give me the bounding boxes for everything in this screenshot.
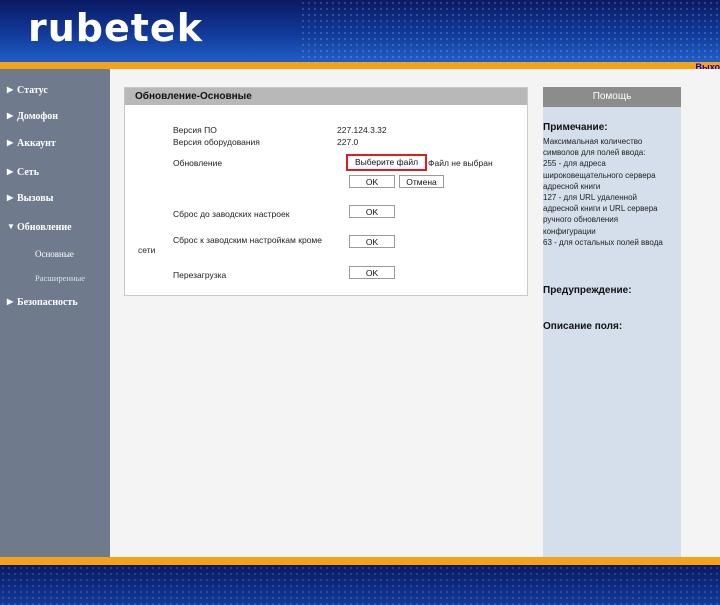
- hardware-label: Версия оборудования: [173, 137, 260, 147]
- rubetek-logo: rubetek: [28, 6, 203, 50]
- sidebar-subitem-advanced[interactable]: Расширенные: [35, 273, 85, 283]
- top-accent-bar: [0, 62, 720, 69]
- note-heading: Примечание:: [543, 122, 608, 133]
- sidebar-subitem-basic[interactable]: Основные: [35, 249, 74, 259]
- hardware-value: 227.0: [337, 137, 359, 147]
- sidebar-item-label: Домофон: [17, 111, 59, 122]
- factory-reset-ok-button[interactable]: OK: [349, 205, 395, 218]
- sidebar-item-label: Сеть: [17, 167, 39, 178]
- update-panel: Обновление-Основные Версия ПО 227.124.3.…: [124, 87, 528, 296]
- field-description-heading: Описание поля:: [543, 321, 623, 332]
- header-pattern: [300, 0, 720, 62]
- sidebar-item-label: Безопасность: [17, 297, 78, 308]
- footer-banner: [0, 565, 720, 605]
- footer-pattern: [0, 565, 720, 605]
- sidebar-item-label: Вызовы: [17, 193, 54, 204]
- choose-file-button[interactable]: Выберите файл: [346, 154, 427, 171]
- chevron-right-icon: ▶: [7, 138, 14, 147]
- firmware-label: Версия ПО: [173, 125, 217, 135]
- note-text: Максимальная количество символов для пол…: [543, 137, 663, 247]
- reset-except-network-label: Сброс к заводским настройкам кроме: [173, 235, 322, 245]
- panel-title: Обновление-Основные: [125, 88, 527, 105]
- header-banner: rubetek: [0, 0, 720, 62]
- reset-except-network-ok-button[interactable]: OK: [349, 235, 395, 248]
- no-file-text: Файл не выбран: [428, 158, 493, 168]
- reboot-ok-button[interactable]: OK: [349, 266, 395, 279]
- reboot-label: Перезагрузка: [173, 270, 227, 280]
- help-panel: Помощь Примечание: Максимальная количест…: [543, 87, 681, 557]
- chevron-right-icon: ▶: [7, 111, 14, 120]
- warning-heading: Предупреждение:: [543, 285, 632, 296]
- chevron-right-icon: ▶: [7, 85, 14, 94]
- bottom-accent-bar: [0, 557, 720, 565]
- firmware-value: 227.124.3.32: [337, 125, 387, 135]
- reset-except-network-label-cont: сети: [138, 245, 156, 255]
- update-label: Обновление: [173, 158, 223, 168]
- sidebar: ▶ Статус ▶ Домофон ▶ Аккаунт ▶ Сеть ▶ Вы…: [0, 69, 110, 557]
- update-ok-button[interactable]: OK: [349, 175, 395, 188]
- chevron-down-icon: ▼: [7, 222, 15, 231]
- update-cancel-button[interactable]: Отмена: [399, 175, 444, 188]
- chevron-right-icon: ▶: [7, 297, 14, 306]
- chevron-right-icon: ▶: [7, 193, 14, 202]
- chevron-right-icon: ▶: [7, 167, 14, 176]
- sidebar-item-label: Аккаунт: [17, 138, 56, 149]
- sidebar-item-label: Обновление: [17, 222, 72, 233]
- help-title: Помощь: [543, 87, 681, 107]
- sidebar-item-label: Статус: [17, 85, 48, 96]
- factory-reset-label: Сброс до заводских настроек: [173, 209, 290, 219]
